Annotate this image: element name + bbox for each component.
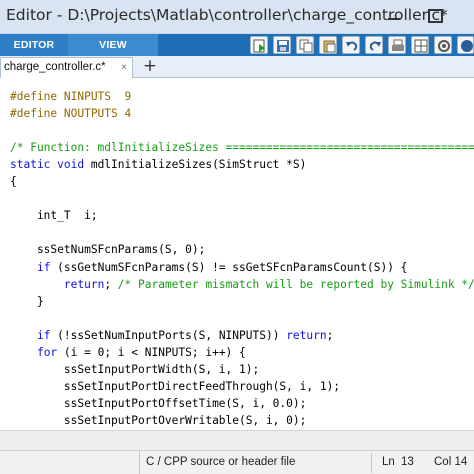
code-line[interactable]: ssSetInputPortDirectFeedThrough(S, i, 1)… <box>10 379 340 395</box>
document-tab-strip: charge_controller.c* × + <box>0 56 474 78</box>
save-icon[interactable] <box>273 36 291 54</box>
code-directive: #define NINPUTS 9 <box>10 90 132 103</box>
help-icon[interactable] <box>457 36 474 54</box>
code-text: mdlInitializeSizes(SimStruct *S) <box>90 158 307 172</box>
code-text: ; <box>104 277 118 291</box>
code-editor[interactable]: #define NINPUTS 9 #define NOUTPUTS 4 /* Fu… <box>0 79 474 429</box>
code-line[interactable]: #define NINPUTS 9 <box>10 89 131 105</box>
tab-view[interactable]: VIEW <box>68 34 158 56</box>
code-keyword: for <box>36 345 58 359</box>
redo-icon[interactable] <box>365 36 383 54</box>
copy-icon[interactable] <box>296 36 314 54</box>
column-number: Col 14 <box>434 456 468 468</box>
run-section-icon[interactable] <box>250 36 268 54</box>
code-keyword: static void <box>10 158 91 172</box>
tab-charge-controller[interactable]: charge_controller.c* × <box>0 57 133 78</box>
code-text: (i = 0; i < NINPUTS; i++) { <box>57 345 246 359</box>
code-keyword: return <box>63 277 105 291</box>
code-line[interactable]: /* Function: mdlInitializeSizes ========… <box>10 140 474 156</box>
code-text: ssSetInputPortOffsetTime(S, i, 0.0); <box>10 396 307 410</box>
code-text: (!ssSetNumInputPorts(S, NINPUTS)) <box>50 328 287 342</box>
status-divider <box>371 453 372 473</box>
maximize-icon[interactable] <box>416 0 452 30</box>
code-line[interactable]: { <box>10 174 17 190</box>
code-line[interactable]: ssSetInputPortOverWritable(S, i, 0); <box>10 413 307 429</box>
code-directive: #define NOUTPUTS 4 <box>10 107 132 121</box>
code-comment: /* Function: mdlInitializeSizes ========… <box>10 141 474 155</box>
code-text: ssSetNumSFcnParams(S, 0); <box>10 243 206 257</box>
code-line[interactable]: ssSetNumSFcnParams(S, 0); <box>10 242 205 258</box>
code-text: (ssGetNumSFcnParams(S) != ssGetSFcnParam… <box>50 260 408 274</box>
code-text: int_T i; <box>10 209 98 223</box>
code-line[interactable]: #define NOUTPUTS 4 <box>10 106 131 122</box>
code-line[interactable]: } <box>10 294 44 310</box>
print-icon[interactable] <box>388 36 406 54</box>
paste-icon[interactable] <box>319 36 337 54</box>
code-line[interactable]: return; /* Parameter mismatch will be re… <box>10 277 474 293</box>
toolstrip: EDITOR VIEW <box>0 34 474 56</box>
layout-icon[interactable] <box>411 36 429 54</box>
doctab-label: charge_controller.c* <box>4 61 106 73</box>
code-text: { <box>10 175 17 189</box>
code-text: ssSetInputPortOverWritable(S, i, 0); <box>10 413 307 427</box>
code-line[interactable]: static void mdlInitializeSizes(SimStruct… <box>10 157 306 173</box>
code-line[interactable]: ssSetInputPortOffsetTime(S, i, 0.0); <box>10 396 307 412</box>
code-keyword: if <box>36 260 51 274</box>
code-comment: /* Parameter mismatch will be reported b… <box>117 277 474 291</box>
minimize-icon[interactable] <box>376 0 412 30</box>
status-bar: C / CPP source or header file Ln 13 Col … <box>0 450 474 474</box>
add-tab-button[interactable]: + <box>139 56 161 78</box>
code-line[interactable]: ssSetInputPortWidth(S, i, 1); <box>10 362 259 378</box>
line-label: Ln <box>382 456 395 468</box>
code-keyword: if <box>36 328 51 342</box>
close-tab-icon[interactable]: × <box>121 58 127 77</box>
code-keyword: return <box>286 328 327 342</box>
tab-editor[interactable]: EDITOR <box>0 34 68 56</box>
code-line[interactable]: if (ssGetNumSFcnParams(S) != ssGetSFcnPa… <box>10 260 407 276</box>
file-type-label: C / CPP source or header file <box>139 451 295 474</box>
code-text: } <box>10 294 44 308</box>
code-text: ssSetInputPortDirectFeedThrough(S, i, 1)… <box>10 379 341 393</box>
code-text: ; <box>326 328 334 342</box>
undo-icon[interactable] <box>342 36 360 54</box>
code-line[interactable]: int_T i; <box>10 208 98 224</box>
title-bar: Editor - D:\Projects\Matlab\controller\c… <box>0 0 474 34</box>
settings-icon[interactable] <box>434 36 452 54</box>
code-line[interactable]: if (!ssSetNumInputPorts(S, NINPUTS)) ret… <box>10 328 333 344</box>
line-number: 13 <box>401 456 414 468</box>
code-text: ssSetInputPortWidth(S, i, 1); <box>10 362 260 376</box>
code-line[interactable]: for (i = 0; i < NINPUTS; i++) { <box>10 345 246 361</box>
editor-lower-panel <box>0 430 474 450</box>
